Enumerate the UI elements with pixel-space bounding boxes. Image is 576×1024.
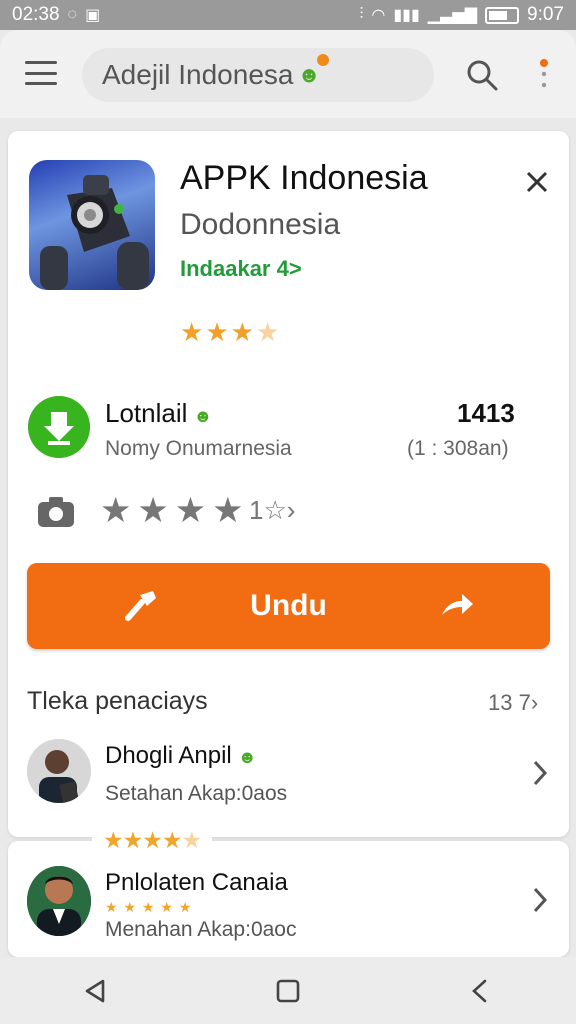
status-time-right: 9:07 [527, 4, 564, 25]
hammer-icon [125, 591, 156, 621]
status-bar: 02:38 ◌ ▣ ⫶ ◠ ▮▮▮ ▁▃▅▇ 9:07 [0, 0, 576, 30]
star-icon: ★ [180, 317, 204, 347]
review-stars: ★ ★ ★ ★ ★ [105, 899, 192, 916]
star-icon: ★ [178, 899, 193, 915]
star-icon: ★ [102, 826, 124, 853]
camera-gimbal-icon [40, 175, 149, 290]
download-icon [28, 396, 90, 458]
review-stars: ★ ★ ★ ★ ★ [92, 827, 212, 853]
status-left: 02:38 ◌ ▣ [12, 4, 100, 26]
system-navigation-bar [0, 957, 576, 1024]
install-count: 1413 [457, 398, 515, 428]
reviews-title: Tleka penaciays [27, 687, 208, 715]
star-outline-icon: ☆ [263, 495, 287, 525]
back-icon[interactable] [81, 976, 111, 1006]
rating-stars[interactable]: ★ ★ ★ ★ [100, 491, 244, 531]
star-icon: ★ [122, 826, 144, 853]
star-icon: ★ [212, 491, 244, 530]
vibrate-icon: ⫶ [359, 6, 364, 23]
search-icon[interactable] [465, 58, 499, 92]
star-icon: ★ [230, 317, 254, 347]
star-icon: ★ [161, 826, 183, 853]
star-icon: ★ [142, 826, 163, 853]
battery-icon [485, 6, 520, 24]
star-icon: ★ [100, 491, 132, 530]
camera-icon [38, 497, 74, 527]
install-summary: Lotnlail ☻ Nomy Onumarnesia 1413 (1 : 308… [28, 394, 548, 464]
home-icon[interactable] [273, 976, 303, 1006]
shield-icon: ◌ [67, 6, 78, 23]
developer-name[interactable]: Dodonnesia [180, 208, 340, 242]
share-arrow-icon [442, 594, 473, 615]
install-time: (1 : 308an) [407, 437, 509, 460]
close-icon[interactable] [522, 167, 552, 197]
star-icon: ★ [174, 491, 207, 530]
reviewer-name: Dhogli Anpil ☻ [105, 742, 257, 769]
app-notification-icon: ▣ [85, 7, 101, 24]
arrow-right-icon: › [530, 690, 539, 715]
reviewer-name: Pnlolaten Canaia [105, 869, 288, 896]
install-label: Lotnlail ☻ [105, 398, 213, 428]
android-icon: ☻ [237, 747, 257, 767]
wifi-icon: ◠ [371, 7, 386, 24]
app-title: APPK Indonesia [180, 159, 428, 197]
star-icon: ★ [137, 491, 169, 530]
menu-icon[interactable] [25, 61, 57, 85]
install-subtitle: Nomy Onumarnesia [105, 437, 292, 460]
person-avatar-icon [27, 739, 91, 803]
search-input[interactable]: Adejil Indonesa ☻ [82, 48, 434, 102]
review-card: Pnlolaten Canaia ★ ★ ★ ★ ★ Menahan Akap:… [8, 841, 569, 957]
star-icon: ★ [141, 899, 156, 915]
app-detail-card: APPK Indonesia Dodonnesia Indaakar 4> ★ … [8, 131, 569, 837]
android-icon: ☻ [193, 406, 213, 426]
rating-count: 1☆› [249, 495, 296, 525]
app-rating: ★ ★ ★ ★ [180, 317, 279, 348]
review-subtitle: Menahan Akap:0aoc [105, 918, 297, 941]
signal-icon-2: ▁▃▅▇ [427, 7, 478, 24]
app-icon [29, 160, 155, 290]
star-icon: ★ [205, 317, 229, 347]
download-label: Undu [250, 589, 327, 622]
signal-icon: ▮▮▮ [393, 7, 420, 24]
android-icon: ☻ [297, 54, 329, 88]
star-icon: ★ [123, 899, 138, 915]
chevron-right-icon[interactable] [532, 759, 548, 787]
star-icon: ★ [105, 899, 119, 915]
arrow-right-icon: › [286, 495, 296, 525]
reviews-count[interactable]: 13 7› [488, 690, 538, 716]
review-subtitle: Setahan Akap:0aos [105, 782, 288, 805]
download-button[interactable]: Undu [27, 563, 550, 649]
chevron-left-icon[interactable] [465, 976, 495, 1006]
more-options-icon[interactable] [537, 57, 551, 91]
star-half-icon: ★ [181, 826, 202, 853]
review-item[interactable]: Pnlolaten Canaia ★ ★ ★ ★ ★ Menahan Akap:… [27, 866, 559, 944]
avatar [27, 866, 91, 936]
top-app-bar: Adejil Indonesa ☻ [0, 30, 576, 118]
chevron-right-icon[interactable] [532, 886, 548, 914]
rating-row: ★ ★ ★ ★ 1☆› [37, 491, 337, 541]
review-item[interactable]: Dhogli Anpil ☻ Setahan Akap:0aos [27, 739, 559, 817]
avatar [27, 739, 91, 803]
person-avatar-icon [27, 866, 91, 936]
search-placeholder: Adejil Indonesa [102, 59, 294, 90]
status-right: ⫶ ◠ ▮▮▮ ▁▃▅▇ 9:07 [359, 4, 564, 26]
star-half-icon: ★ [255, 317, 280, 347]
app-category[interactable]: Indaakar 4> [180, 256, 302, 282]
star-icon: ★ [160, 899, 174, 915]
status-time-left: 02:38 [12, 4, 60, 25]
